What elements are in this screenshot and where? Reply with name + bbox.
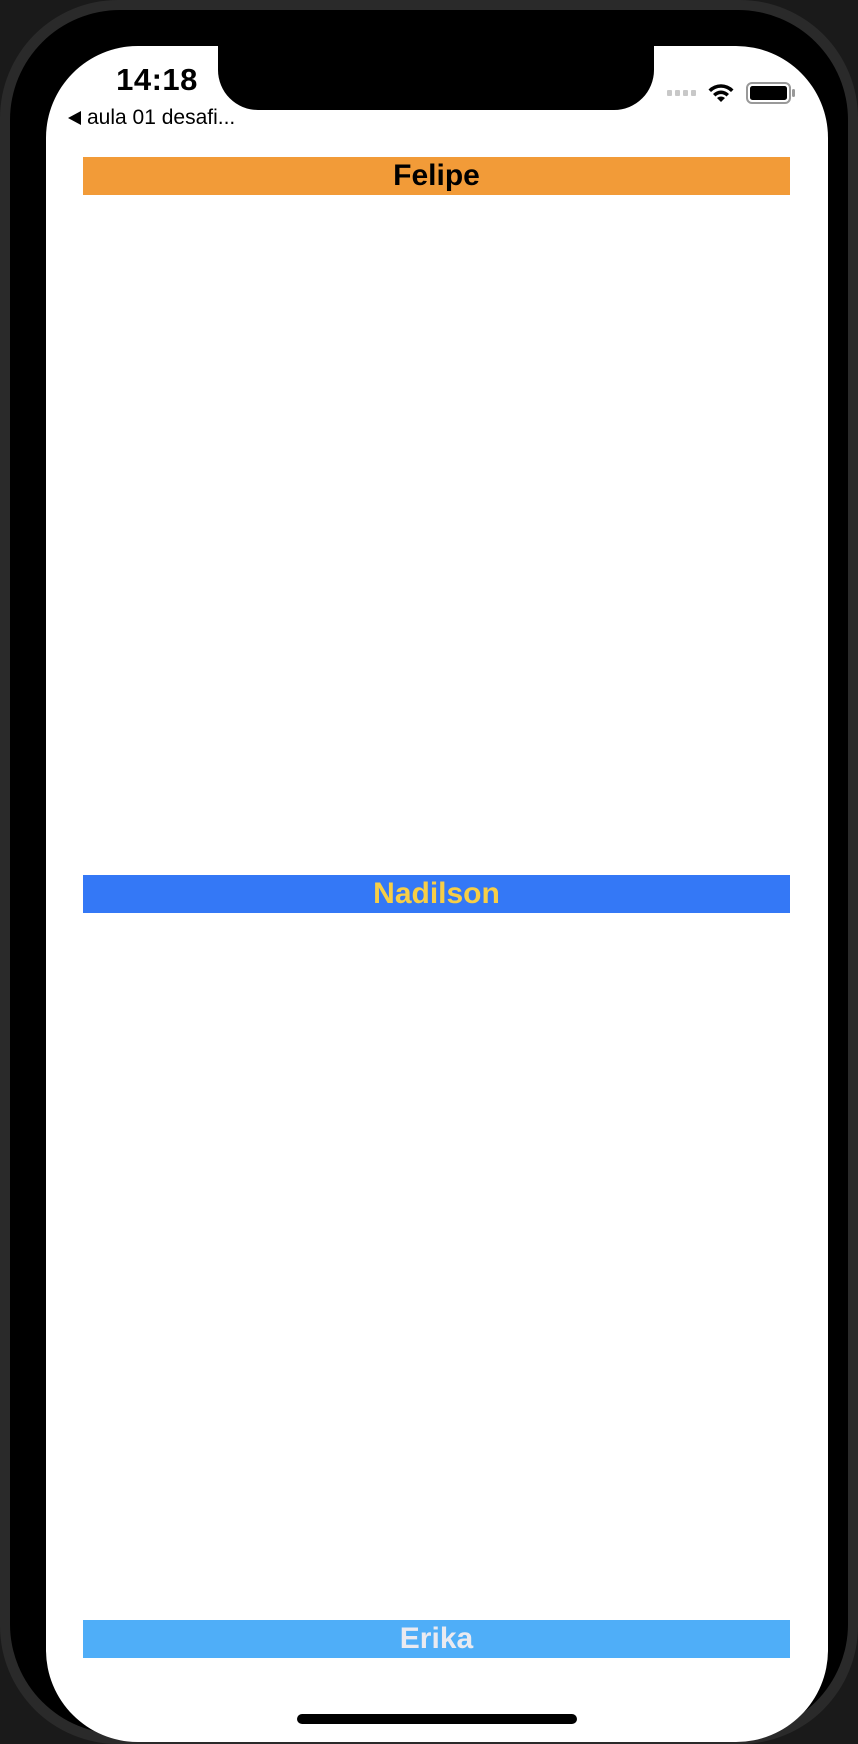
name-bar-felipe: Felipe [83, 157, 790, 195]
status-icons [667, 82, 796, 104]
name-label: Felipe [393, 159, 480, 192]
name-bar-nadilson: Nadilson [83, 875, 790, 913]
device-frame: 14:18 aula 01 desafi... Felipe Nadilson … [0, 0, 858, 1744]
back-to-app-link[interactable]: aula 01 desafi... [68, 106, 235, 130]
notch [218, 46, 654, 110]
name-label: Nadilson [373, 877, 500, 910]
battery-icon [746, 82, 796, 104]
screen: 14:18 aula 01 desafi... Felipe Nadilson … [46, 46, 828, 1742]
name-bar-erika: Erika [83, 1620, 790, 1658]
back-link-label: aula 01 desafi... [87, 106, 236, 129]
device-bezel: 14:18 aula 01 desafi... Felipe Nadilson … [10, 10, 848, 1742]
status-time: 14:18 [116, 62, 198, 97]
back-arrow-icon [68, 111, 81, 125]
name-label: Erika [399, 1622, 474, 1655]
cellular-signal-icon [667, 90, 696, 96]
home-indicator[interactable] [297, 1714, 577, 1724]
wifi-icon [706, 82, 736, 104]
